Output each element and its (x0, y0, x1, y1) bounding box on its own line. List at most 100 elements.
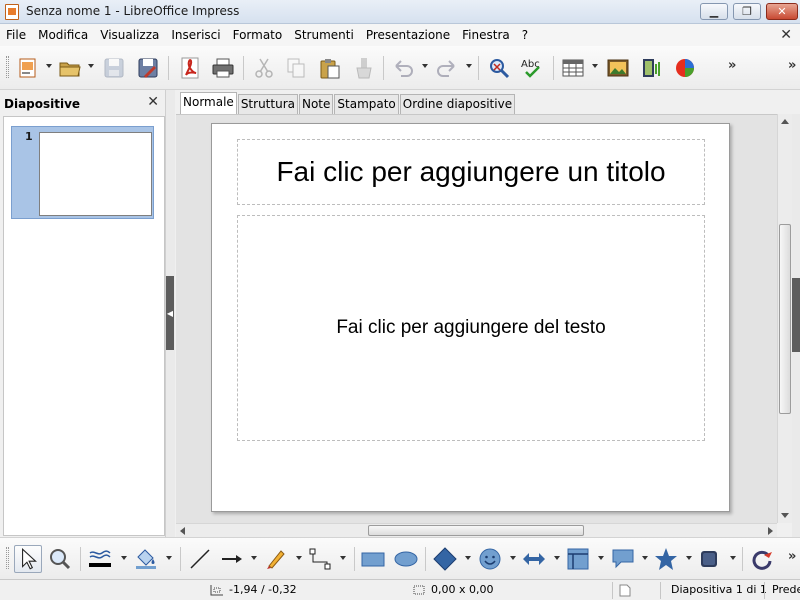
3d-objects-icon[interactable] (698, 547, 722, 571)
maximize-button[interactable]: ❐ (733, 3, 761, 20)
line-color-dropdown-arrow[interactable] (121, 556, 127, 560)
title-placeholder[interactable]: Fai clic per aggiungere un titolo (237, 139, 705, 205)
connector-icon[interactable] (308, 547, 332, 571)
menu-inserisci[interactable]: Inserisci (171, 28, 220, 42)
content-placeholder[interactable]: Fai clic per aggiungere del testo (237, 215, 705, 441)
menu-file[interactable]: File (6, 28, 26, 42)
impress-app-icon[interactable] (5, 4, 19, 20)
print-icon[interactable] (211, 56, 235, 80)
save-icon[interactable] (102, 56, 126, 80)
open-icon[interactable] (58, 56, 82, 80)
connector-dropdown-arrow[interactable] (340, 556, 346, 560)
new-dropdown-arrow[interactable] (46, 64, 52, 68)
stars-icon[interactable] (654, 547, 678, 571)
menu-finestra[interactable]: Finestra (462, 28, 510, 42)
copy-icon[interactable] (284, 56, 308, 80)
collapse-pane-handle[interactable]: ◀ (166, 276, 174, 350)
vertical-scroll-thumb[interactable] (779, 224, 791, 414)
chart-icon[interactable] (673, 56, 697, 80)
slide-thumbnail[interactable] (39, 132, 152, 216)
menu-help[interactable]: ? (522, 28, 528, 42)
redo-icon[interactable] (434, 56, 458, 80)
scroll-down-icon[interactable] (781, 513, 789, 518)
current-slide[interactable]: Fai clic per aggiungere un titolo Fai cl… (211, 123, 730, 512)
slide-canvas[interactable]: Fai clic per aggiungere un titolo Fai cl… (176, 114, 777, 523)
arrow-dropdown-arrow[interactable] (251, 556, 257, 560)
menu-modifica[interactable]: Modifica (38, 28, 88, 42)
spelling-icon[interactable]: Abc (520, 56, 544, 80)
pane-splitter[interactable]: ◀ (166, 90, 175, 537)
close-window-button[interactable]: ✕ (766, 3, 798, 20)
zoom-pan-icon[interactable] (48, 547, 72, 571)
symbol-shapes-dropdown-arrow[interactable] (510, 556, 516, 560)
slide-sorter-list[interactable]: 1 (3, 116, 165, 536)
toolbar-overflow-icon[interactable]: » (728, 58, 736, 73)
scroll-up-icon[interactable] (781, 119, 789, 124)
close-document-icon[interactable]: ✕ (780, 27, 792, 43)
table-icon[interactable] (561, 56, 585, 80)
callouts-dropdown-arrow[interactable] (642, 556, 648, 560)
symbol-shapes-icon[interactable] (478, 547, 502, 571)
edit-file-icon[interactable] (136, 56, 160, 80)
tab-ordine-diapositive[interactable]: Ordine diapositive (399, 94, 516, 114)
freeform-icon[interactable] (264, 547, 288, 571)
arrow-line-icon[interactable] (220, 547, 244, 571)
open-dropdown-arrow[interactable] (88, 64, 94, 68)
freeform-dropdown-arrow[interactable] (296, 556, 302, 560)
toolbar-overflow-right-icon[interactable]: » (788, 58, 796, 73)
paste-icon[interactable] (318, 56, 342, 80)
menu-strumenti[interactable]: Strumenti (294, 28, 354, 42)
basic-shapes-dropdown-arrow[interactable] (465, 556, 471, 560)
right-pane-splitter[interactable] (792, 114, 800, 537)
scroll-right-icon[interactable] (768, 527, 773, 535)
drawing-toolbar-grip[interactable] (6, 547, 9, 569)
new-icon[interactable] (16, 56, 40, 80)
rectangle-icon[interactable] (361, 547, 385, 571)
flowchart-icon[interactable] (566, 547, 590, 571)
movie-icon[interactable] (640, 56, 664, 80)
redo-dropdown-arrow[interactable] (466, 64, 472, 68)
line-icon[interactable] (188, 547, 212, 571)
tab-normale[interactable]: Normale (180, 92, 237, 114)
tab-note[interactable]: Note (298, 94, 334, 114)
vertical-scrollbar[interactable] (777, 114, 792, 523)
horizontal-scrollbar[interactable] (176, 523, 777, 537)
slide-thumbnail-selected[interactable]: 1 (11, 126, 154, 219)
callouts-icon[interactable] (611, 547, 635, 571)
flowchart-dropdown-arrow[interactable] (598, 556, 604, 560)
tab-stampato[interactable]: Stampato (334, 94, 399, 114)
menu-presentazione[interactable]: Presentazione (366, 28, 450, 42)
undo-icon[interactable] (392, 56, 416, 80)
minimize-button[interactable]: ▁ (700, 3, 728, 20)
find-replace-icon[interactable] (487, 56, 511, 80)
close-pane-icon[interactable]: ✕ (147, 94, 159, 110)
slide-layout-name[interactable]: Predefinito (772, 580, 800, 600)
document-modified-icon[interactable] (618, 584, 632, 597)
basic-shapes-icon[interactable] (433, 547, 457, 571)
tab-struttura[interactable]: Struttura (237, 94, 298, 114)
export-pdf-icon[interactable] (178, 56, 202, 80)
image-icon[interactable] (606, 56, 630, 80)
select-button[interactable] (14, 545, 42, 573)
block-arrows-icon[interactable] (522, 547, 546, 571)
menu-visualizza[interactable]: Visualizza (100, 28, 159, 42)
scroll-left-icon[interactable] (180, 527, 185, 535)
clone-formatting-icon[interactable] (352, 56, 376, 80)
fill-color-icon[interactable] (134, 547, 158, 571)
toolbar-grip[interactable] (6, 56, 9, 78)
ellipse-icon[interactable] (394, 547, 418, 571)
expand-right-pane-handle[interactable] (792, 278, 800, 352)
drawing-toolbar-overflow-icon[interactable]: » (788, 549, 796, 564)
line-color-icon[interactable] (88, 547, 112, 571)
horizontal-scroll-thumb[interactable] (368, 525, 584, 536)
table-dropdown-arrow[interactable] (592, 64, 598, 68)
undo-dropdown-arrow[interactable] (422, 64, 428, 68)
block-arrows-dropdown-arrow[interactable] (554, 556, 560, 560)
slide-indicator: Diapositiva 1 di 1 (671, 583, 767, 596)
stars-dropdown-arrow[interactable] (686, 556, 692, 560)
fill-color-dropdown-arrow[interactable] (166, 556, 172, 560)
rotate-icon[interactable] (750, 547, 774, 571)
cut-icon[interactable] (252, 56, 276, 80)
menu-formato[interactable]: Formato (233, 28, 283, 42)
3d-objects-dropdown-arrow[interactable] (730, 556, 736, 560)
